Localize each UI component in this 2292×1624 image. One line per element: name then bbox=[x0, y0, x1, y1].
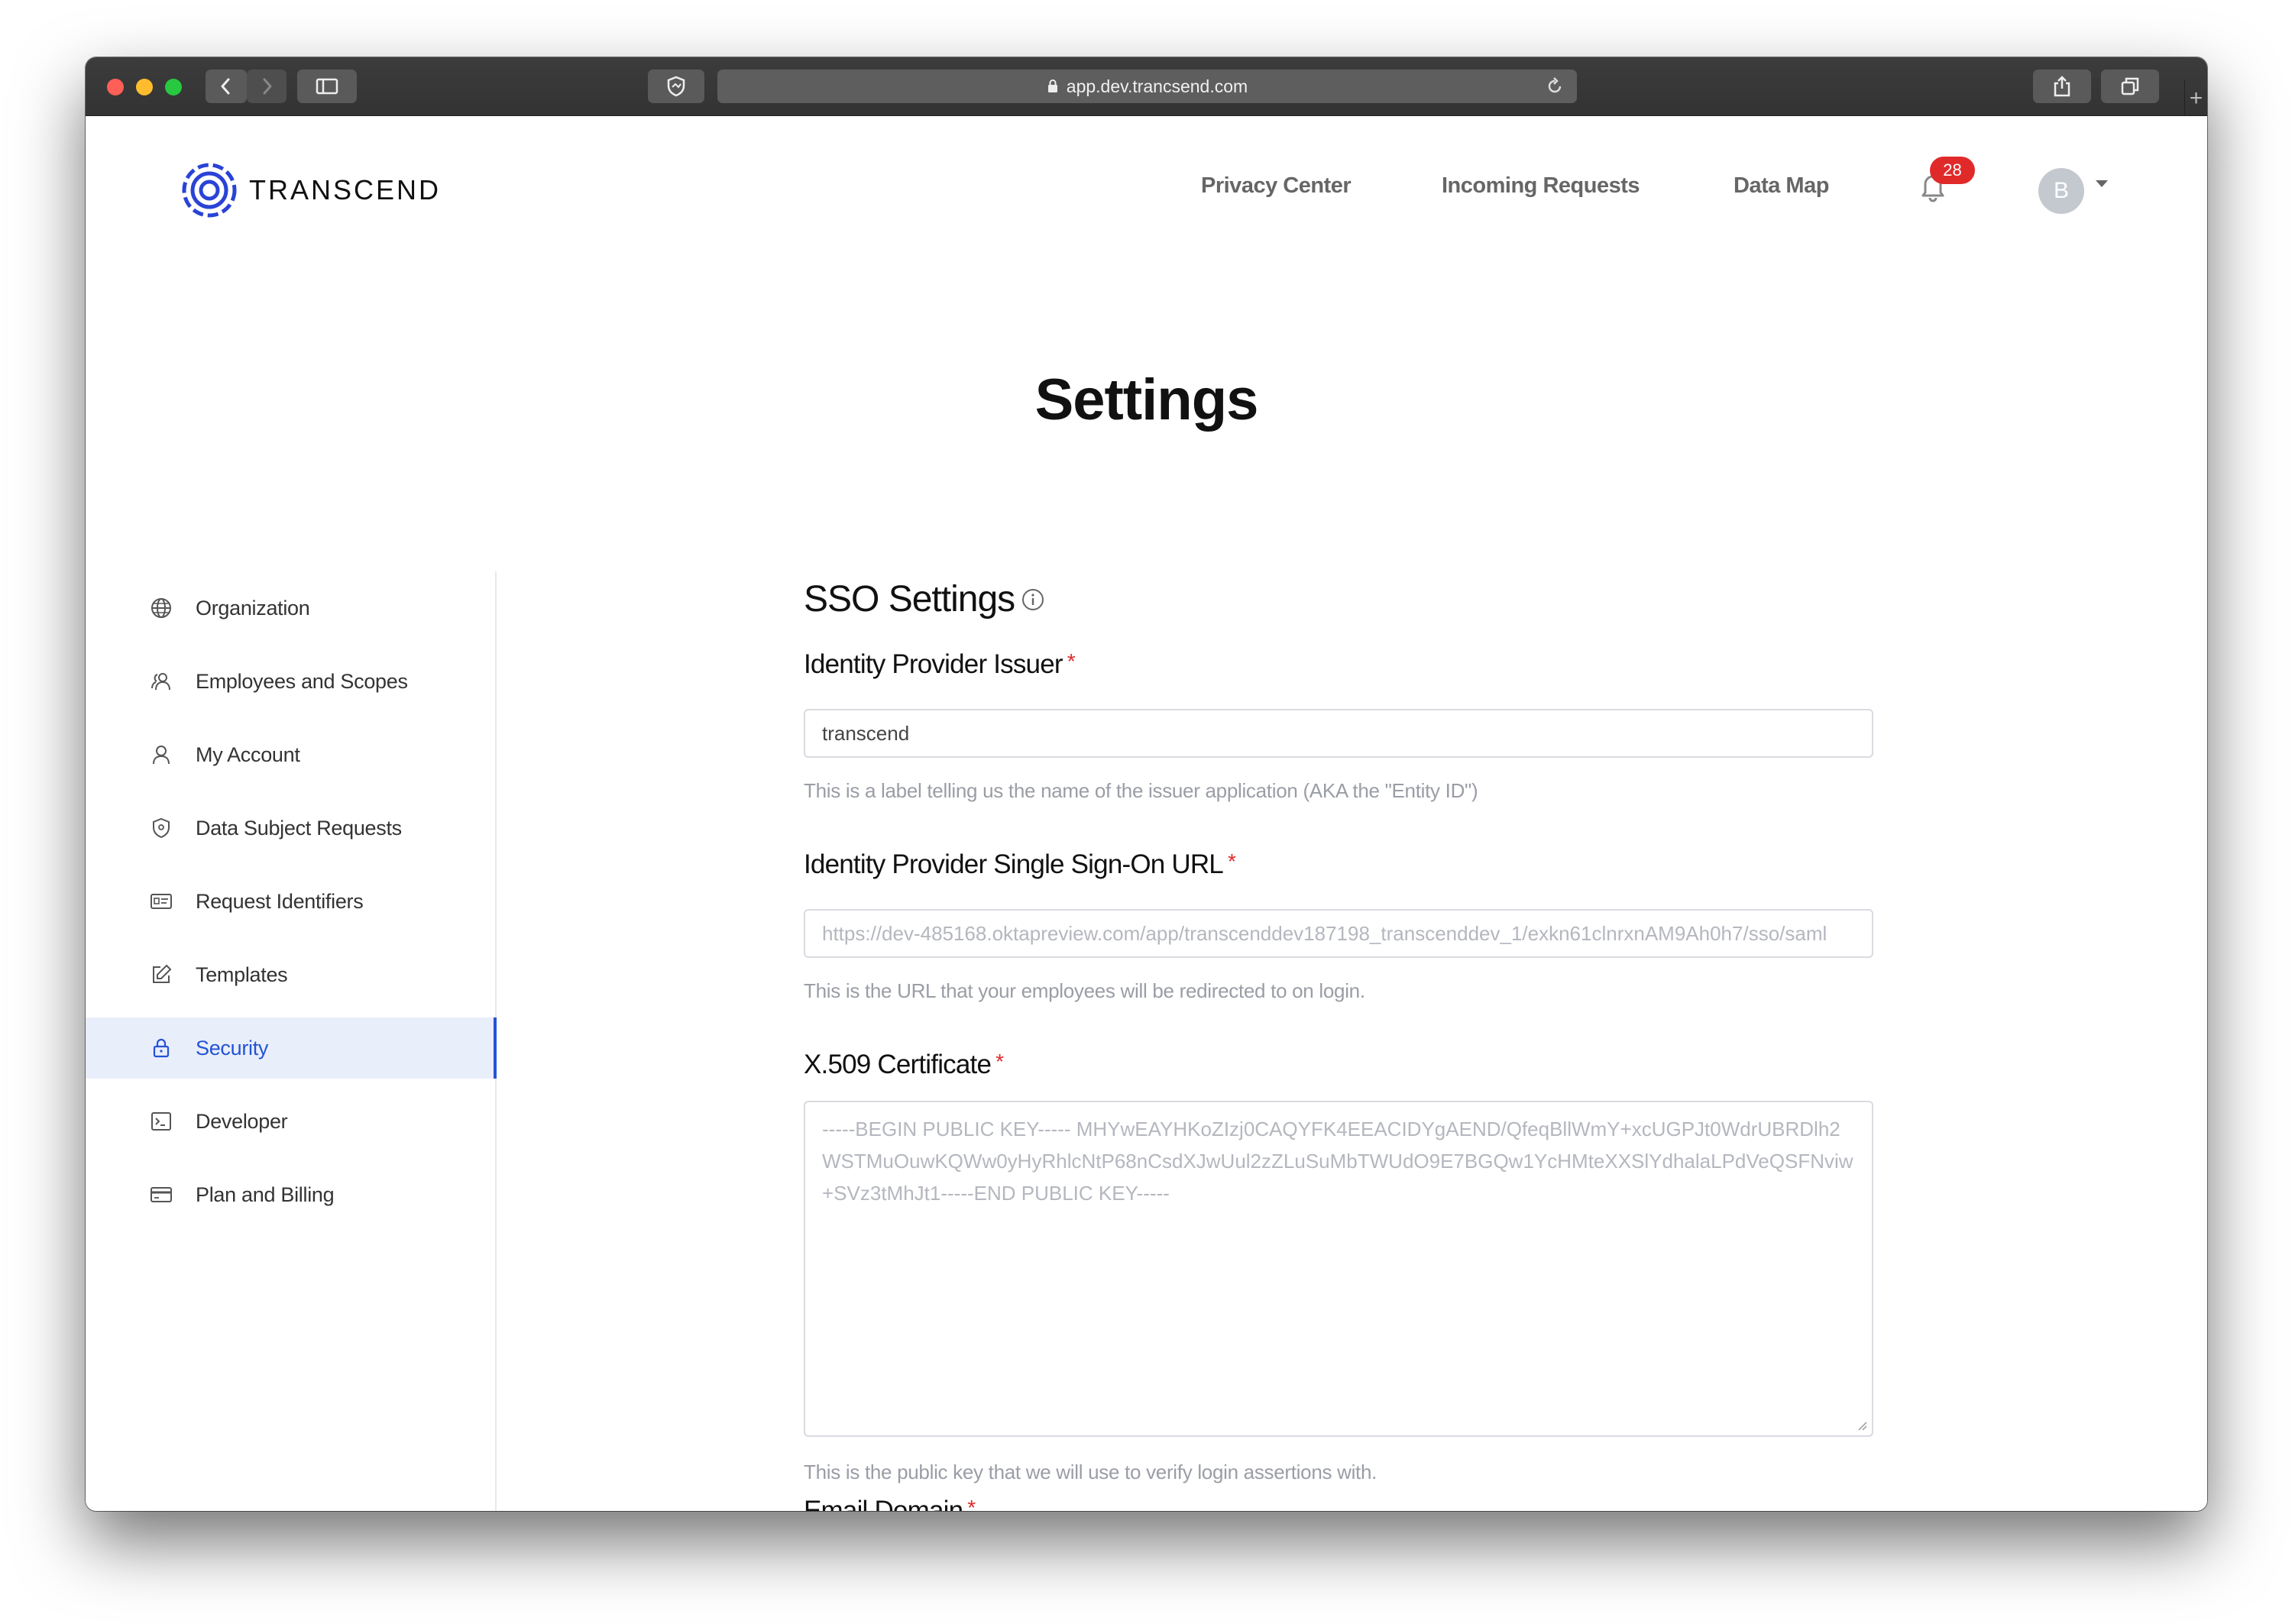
shield-icon bbox=[153, 817, 170, 839]
issuer-label: Identity Provider Issuer * bbox=[804, 649, 1076, 680]
user-icon bbox=[153, 746, 170, 765]
page-title: Settings bbox=[1034, 367, 1259, 432]
brand-name: TRANSCEND bbox=[249, 174, 442, 205]
close-window-button[interactable] bbox=[107, 79, 124, 95]
edit-icon bbox=[153, 964, 172, 983]
minimize-window-button[interactable] bbox=[136, 79, 153, 95]
address-bar[interactable]: app.dev.trancsend.com bbox=[717, 70, 1577, 103]
sidebar-item-employees-and-scopes[interactable]: Employees and Scopes bbox=[86, 651, 497, 712]
sidebar-item-organization[interactable]: Organization bbox=[86, 577, 497, 639]
sso-url-label: Identity Provider Single Sign-On URL * bbox=[804, 849, 1236, 880]
brand-logo[interactable]: TRANSCEND bbox=[180, 161, 441, 219]
sidebar-item-label: Templates bbox=[196, 963, 288, 986]
sidebar-item-data-subject-requests[interactable]: Data Subject Requests bbox=[86, 797, 497, 859]
section-title: SSO Settings bbox=[804, 578, 1045, 620]
sidebar-item-templates[interactable]: Templates bbox=[86, 944, 497, 1005]
avatar[interactable]: B bbox=[2038, 168, 2084, 214]
certificate-label-text: X.509 Certificate bbox=[804, 1050, 992, 1079]
zoom-window-button[interactable] bbox=[165, 79, 182, 95]
issuer-help-text: This is a label telling us the name of t… bbox=[804, 779, 1478, 802]
certificate-placeholder: -----BEGIN PUBLIC KEY----- MHYwEAYHKoZIz… bbox=[822, 1118, 1853, 1205]
back-button[interactable] bbox=[206, 70, 247, 103]
issuer-input[interactable]: transcend bbox=[804, 709, 1873, 758]
sidebar-item-label: Employees and Scopes bbox=[196, 670, 408, 693]
caret-down-icon[interactable] bbox=[2096, 180, 2108, 187]
sidebar-item-request-identifiers[interactable]: Request Identifiers bbox=[86, 871, 497, 932]
tabs-overview-button[interactable] bbox=[2101, 70, 2159, 103]
users-icon bbox=[151, 673, 170, 691]
url-text: app.dev.trancsend.com bbox=[1066, 76, 1248, 96]
settings-sidebar: Organization Employees and Scopes My Acc… bbox=[86, 571, 497, 1511]
reload-icon[interactable] bbox=[1545, 76, 1565, 96]
sso-url-label-text: Identity Provider Single Sign-On URL bbox=[804, 849, 1224, 879]
browser-toolbar: app.dev.trancsend.com + bbox=[86, 57, 2207, 116]
sidebar-item-my-account[interactable]: My Account bbox=[86, 724, 497, 785]
browser-window: app.dev.trancsend.com + TRANSCEND Privac… bbox=[86, 57, 2207, 1511]
sidebar-toggle-button[interactable] bbox=[297, 70, 357, 103]
sidebar-item-label: Developer bbox=[196, 1110, 288, 1133]
required-asterisk: * bbox=[1067, 649, 1076, 673]
sidebar-item-developer[interactable]: Developer bbox=[86, 1091, 497, 1152]
sso-url-help-text: This is the URL that your employees will… bbox=[804, 979, 1365, 1002]
sidebar-item-label: Plan and Billing bbox=[196, 1183, 335, 1206]
id-card-icon bbox=[151, 894, 172, 909]
forward-button[interactable] bbox=[247, 70, 286, 103]
tabs-icon bbox=[2121, 77, 2139, 95]
resize-handle-icon[interactable] bbox=[1857, 1420, 1867, 1431]
sidebar-item-label: Request Identifiers bbox=[196, 890, 364, 913]
section-title-text: SSO Settings bbox=[804, 579, 1015, 620]
required-asterisk: * bbox=[1227, 849, 1236, 873]
info-icon[interactable] bbox=[1021, 587, 1045, 612]
new-tab-button[interactable]: + bbox=[2184, 80, 2207, 116]
required-asterisk: * bbox=[995, 1050, 1004, 1073]
issuer-label-text: Identity Provider Issuer bbox=[804, 649, 1063, 679]
globe-icon bbox=[151, 598, 171, 618]
lock-icon bbox=[1047, 79, 1057, 92]
terminal-icon bbox=[151, 1112, 171, 1131]
email-domain-label: Email Domain * bbox=[804, 1496, 976, 1511]
chevron-right-icon bbox=[263, 78, 272, 95]
credit-card-icon bbox=[151, 1187, 172, 1202]
nav-data-map[interactable]: Data Map bbox=[1734, 173, 1829, 199]
notification-badge[interactable]: 28 bbox=[1930, 157, 1975, 184]
share-button[interactable] bbox=[2033, 70, 2091, 103]
sso-url-input[interactable]: https://dev-485168.oktapreview.com/app/t… bbox=[804, 909, 1873, 958]
transcend-logo-icon bbox=[182, 163, 237, 218]
lock-icon bbox=[153, 1038, 170, 1058]
share-icon bbox=[2054, 76, 2070, 97]
email-domain-label-text: Email Domain bbox=[804, 1496, 963, 1511]
shield-icon bbox=[667, 76, 685, 97]
sidebar-item-label: My Account bbox=[196, 743, 300, 766]
certificate-help-text: This is the public key that we will use … bbox=[804, 1461, 1377, 1483]
app-content: TRANSCEND Privacy Center Incoming Reques… bbox=[86, 116, 2207, 1511]
sidebar-item-label: Organization bbox=[196, 597, 310, 620]
nav-incoming-requests[interactable]: Incoming Requests bbox=[1442, 173, 1640, 199]
privacy-shield-button[interactable] bbox=[648, 70, 704, 103]
sidebar-item-security[interactable]: Security bbox=[86, 1017, 497, 1079]
required-asterisk: * bbox=[967, 1496, 976, 1511]
certificate-textarea[interactable]: -----BEGIN PUBLIC KEY----- MHYwEAYHKoZIz… bbox=[804, 1101, 1873, 1437]
sidebar-item-plan-and-billing[interactable]: Plan and Billing bbox=[86, 1164, 497, 1225]
chevron-left-icon bbox=[221, 78, 230, 95]
sidebar-item-label: Data Subject Requests bbox=[196, 817, 402, 839]
sidebar-item-label: Security bbox=[196, 1037, 269, 1059]
certificate-label: X.509 Certificate * bbox=[804, 1050, 1004, 1080]
sidebar-icon bbox=[316, 78, 338, 95]
nav-privacy-center[interactable]: Privacy Center bbox=[1201, 173, 1352, 199]
